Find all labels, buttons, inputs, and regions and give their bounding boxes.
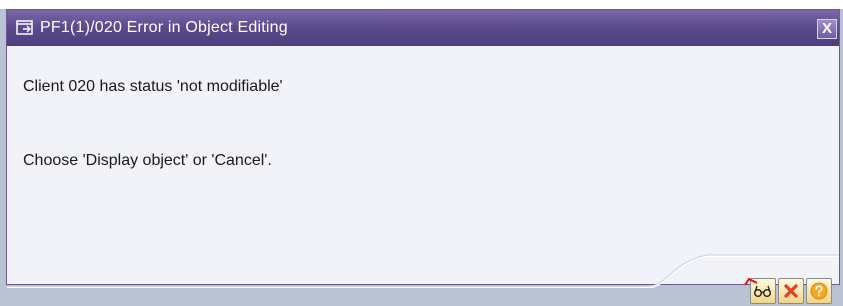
cancel-button[interactable] bbox=[778, 278, 804, 304]
background-window-strip bbox=[0, 0, 843, 9]
dialog-title: PF1(1)/020 Error in Object Editing bbox=[40, 19, 288, 36]
help-button[interactable] bbox=[806, 278, 832, 304]
red-arrow-annotation bbox=[744, 278, 758, 286]
dialog-titlebar[interactable]: PF1(1)/020 Error in Object Editing X bbox=[7, 10, 839, 46]
close-button[interactable]: X bbox=[817, 19, 837, 39]
footer-separator bbox=[7, 254, 839, 288]
question-icon bbox=[810, 282, 828, 300]
error-dialog: PF1(1)/020 Error in Object Editing X Cli… bbox=[6, 9, 840, 304]
dialog-window-icon bbox=[16, 20, 34, 36]
message-line-1: Client 020 has status 'not modifiable' bbox=[23, 78, 283, 95]
red-x-icon bbox=[783, 283, 799, 299]
message-line-2: Choose 'Display object' or 'Cancel'. bbox=[23, 152, 272, 169]
close-icon: X bbox=[821, 20, 832, 37]
